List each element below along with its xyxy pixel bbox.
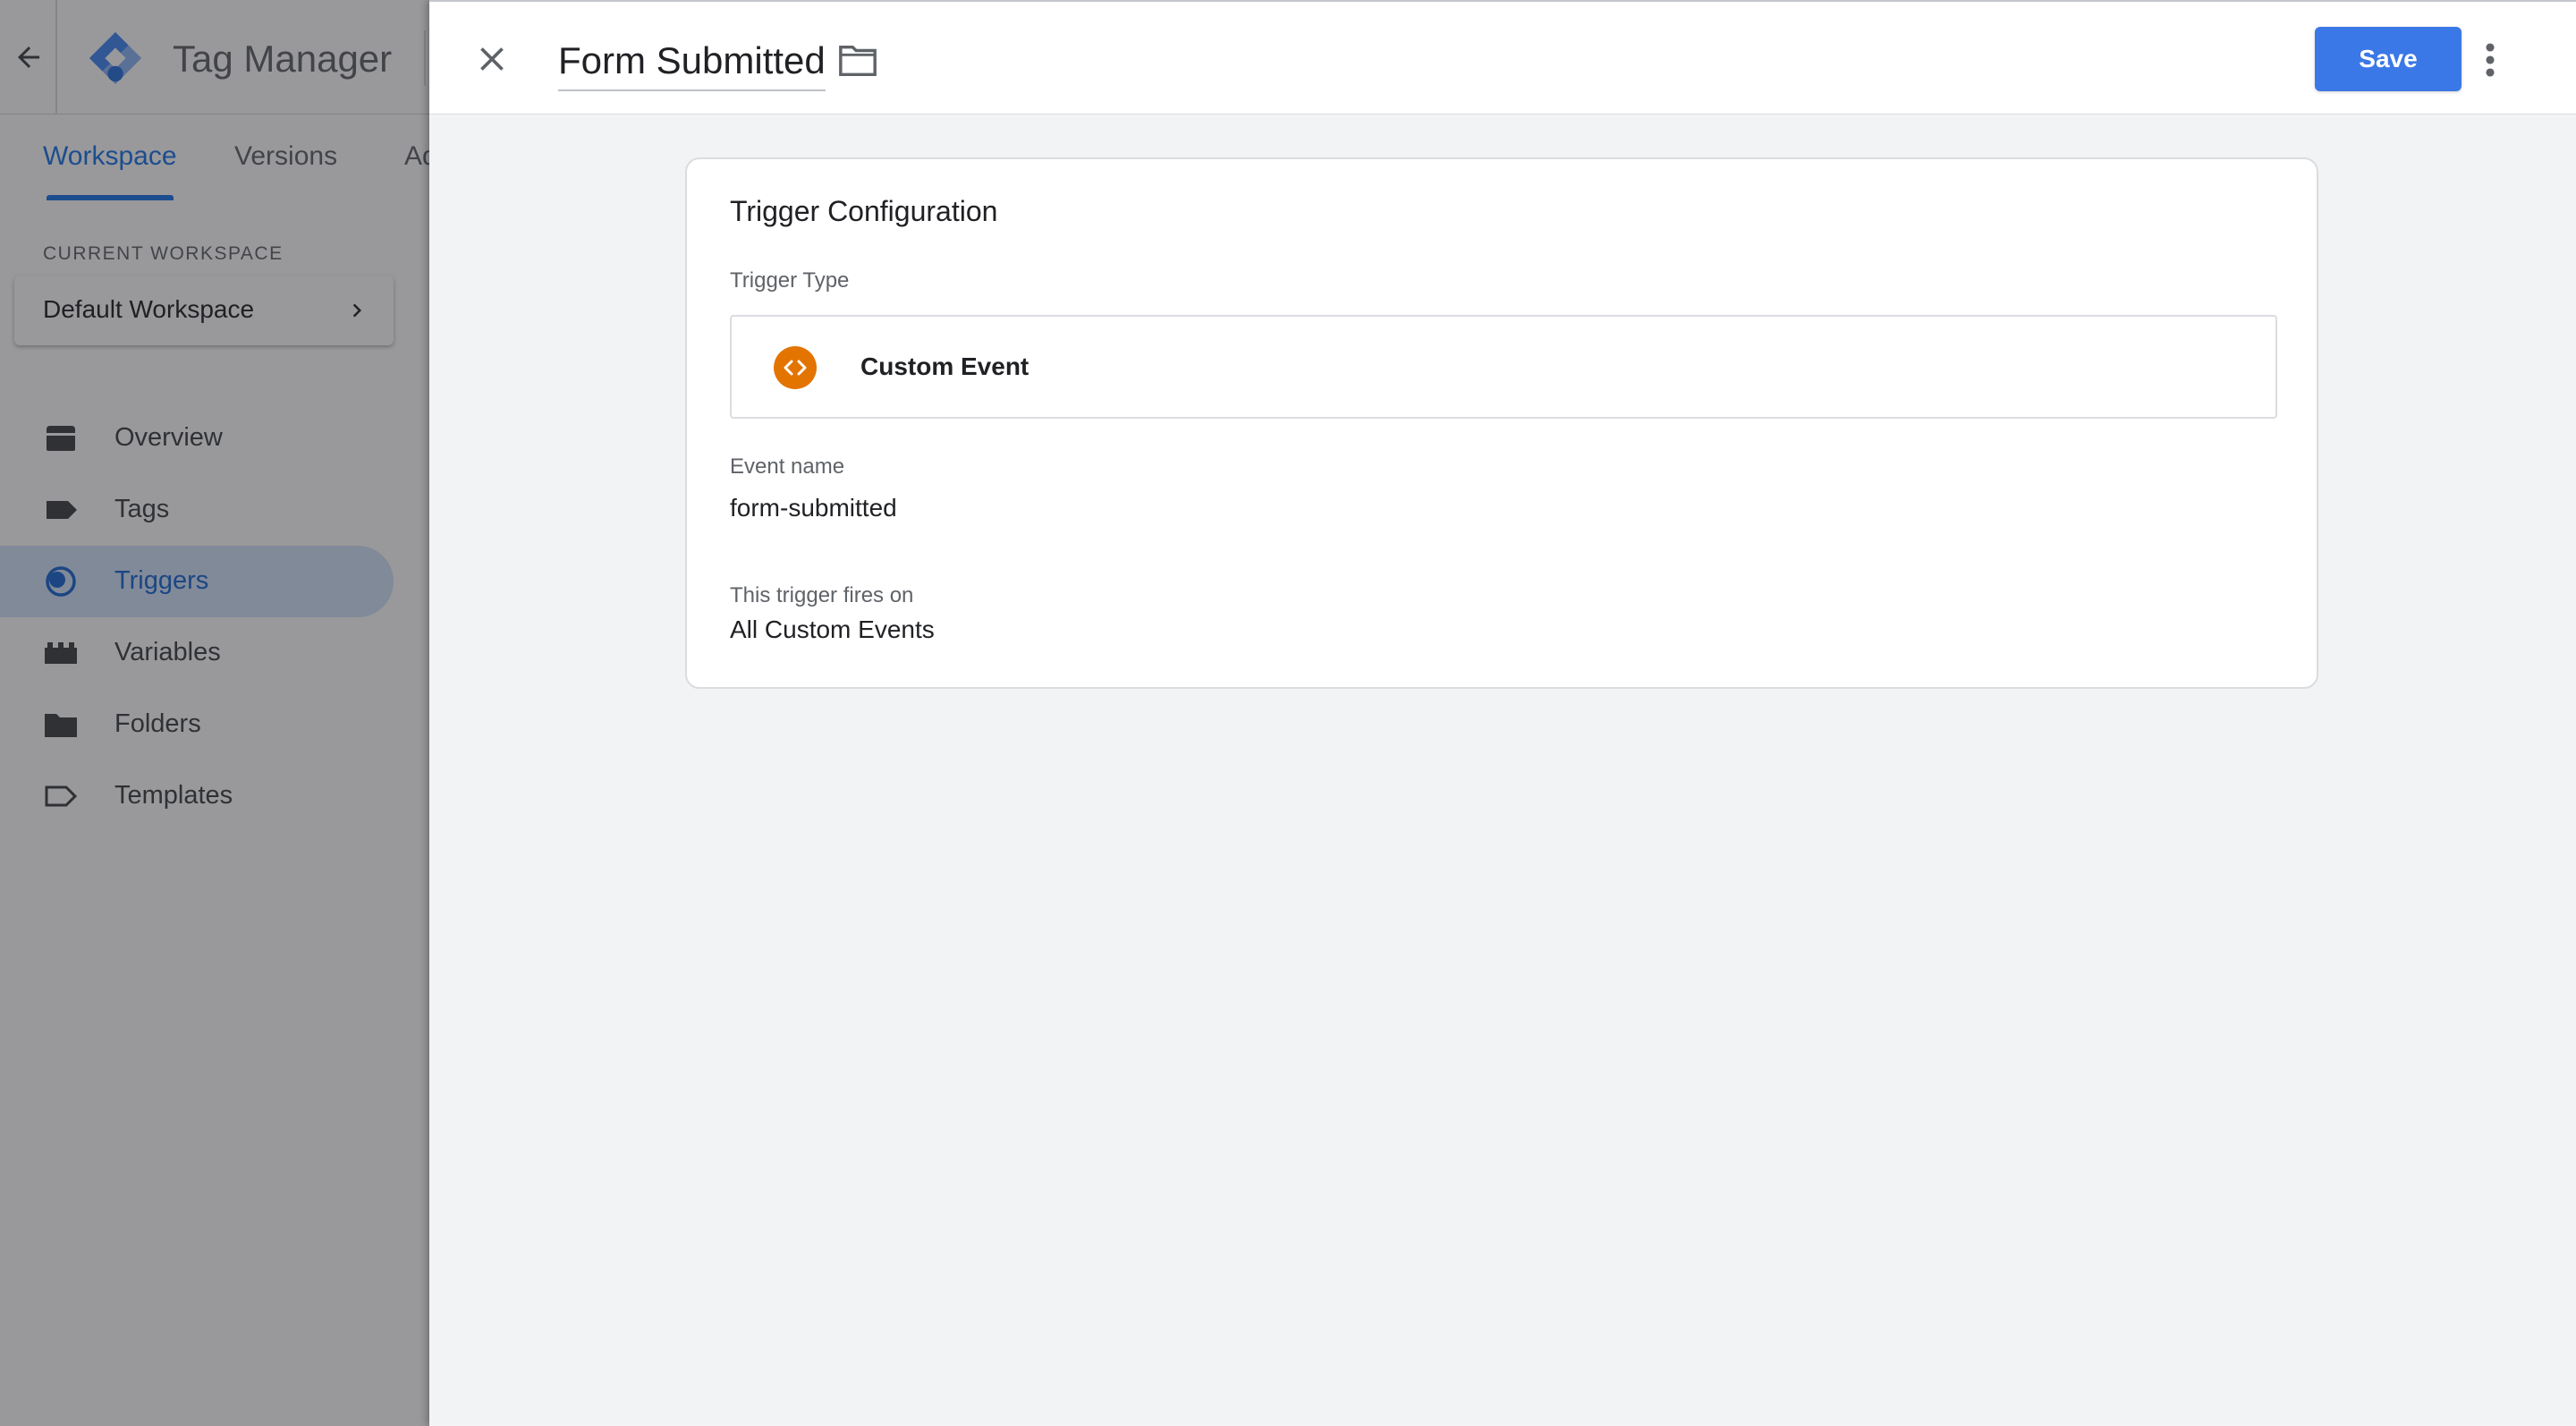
trigger-editor-panel: Form Submitted Save Trigger Configuratio… <box>429 0 2576 1426</box>
trigger-type-selector[interactable]: Custom Event <box>730 315 2277 419</box>
trigger-name-field[interactable]: Form Submitted <box>558 36 826 91</box>
panel-header: Form Submitted Save <box>429 0 2576 115</box>
trigger-name: Form Submitted <box>558 39 826 81</box>
trigger-type-name: Custom Event <box>860 352 1030 380</box>
modal-scrim[interactable] <box>0 0 429 1426</box>
fires-on-value: All Custom Events <box>730 615 935 643</box>
folder-outline-icon[interactable] <box>837 43 878 79</box>
event-name-value: form-submitted <box>730 494 897 522</box>
more-vert-icon[interactable] <box>2479 41 2501 79</box>
event-name-label: Event name <box>730 454 845 479</box>
card-title: Trigger Configuration <box>730 195 998 227</box>
trigger-configuration-card: Trigger Configuration Trigger Type Custo… <box>685 157 2318 689</box>
save-button[interactable]: Save <box>2315 27 2462 91</box>
custom-event-icon <box>774 346 817 389</box>
close-icon[interactable] <box>472 39 512 79</box>
fires-on-label: This trigger fires on <box>730 583 914 607</box>
trigger-type-label: Trigger Type <box>730 268 850 293</box>
